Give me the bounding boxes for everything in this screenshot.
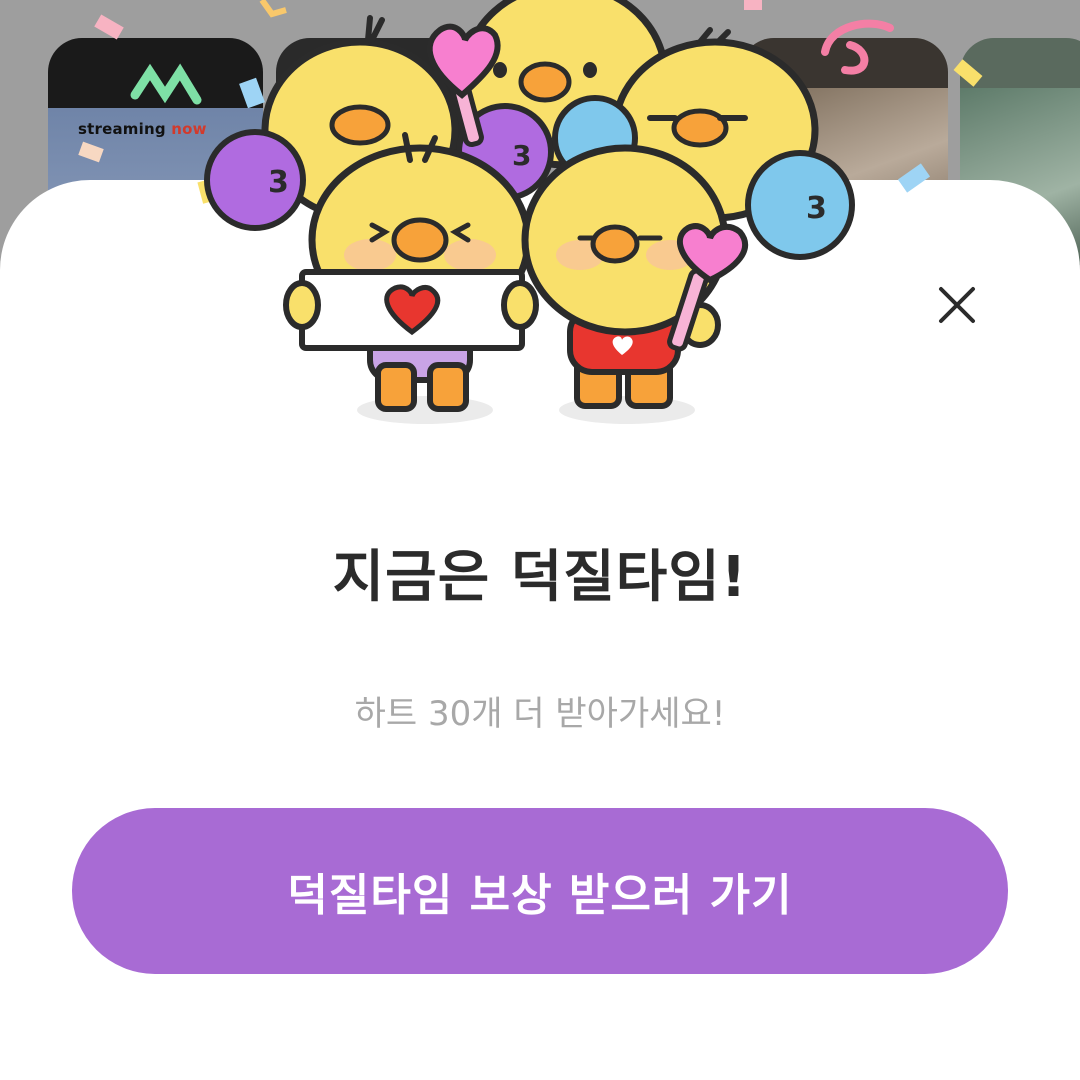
claim-reward-button[interactable]: 덕질타임 보상 받으러 가기 xyxy=(72,808,1008,974)
screen: streaming now 3 3 3 지금은 덕질타임! 하트 30개 더 받… xyxy=(0,0,1080,1080)
dialog-title: 지금은 덕질타임! xyxy=(332,545,748,610)
stream-label-prefix: streaming xyxy=(78,120,166,138)
close-button[interactable] xyxy=(926,274,988,336)
stream-label-suffix: now xyxy=(171,120,207,138)
close-icon xyxy=(939,287,975,323)
dialog-subtitle: 하트 30개 더 받아가세요! xyxy=(354,694,726,734)
stream-label: streaming now xyxy=(78,120,207,138)
